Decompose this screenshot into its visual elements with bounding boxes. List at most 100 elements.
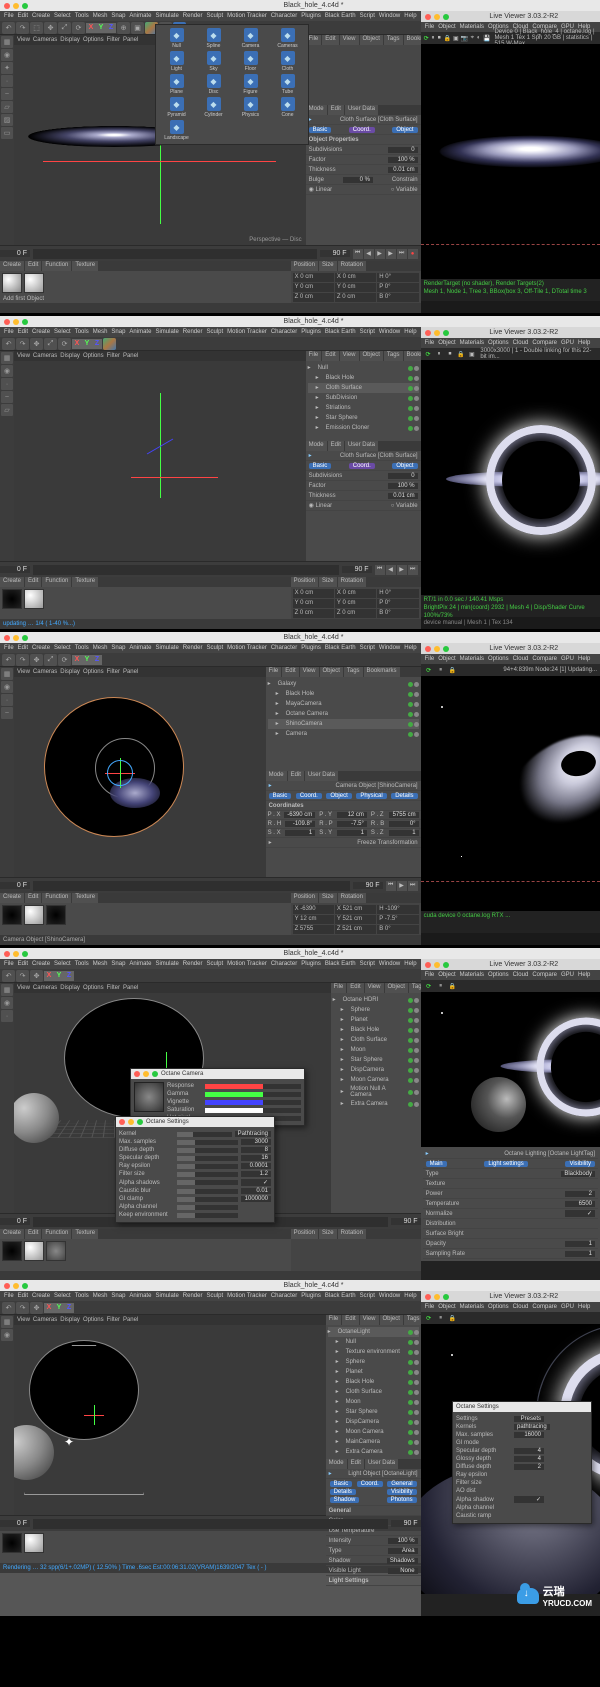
palette-item[interactable]: ◆Cylinder [196, 97, 231, 118]
menu-item[interactable]: Edit [322, 35, 338, 45]
menu-item[interactable]: Tags [384, 35, 403, 45]
settings-row[interactable]: Filter size1.2 [119, 1170, 271, 1178]
menu-item[interactable]: Create [32, 329, 50, 335]
tree-item[interactable]: ▸Extra Camera [328, 1447, 419, 1457]
menu-item[interactable]: Create [0, 577, 24, 587]
menu-item[interactable]: Help [404, 961, 416, 967]
texture-mode-icon[interactable]: ▨ [1, 114, 13, 126]
menu-item[interactable]: Simulate [155, 329, 178, 335]
menu-item[interactable]: File [425, 1304, 435, 1310]
render-view[interactable] [421, 676, 600, 911]
menu-item[interactable]: Options [83, 669, 104, 675]
menu-item[interactable]: Edit [18, 13, 28, 19]
menu-item[interactable]: Render [183, 13, 203, 19]
tree-item[interactable]: ▸Null [308, 363, 419, 373]
menu-item[interactable]: Help [578, 1304, 590, 1310]
rotate-icon[interactable]: ⟳ [58, 338, 71, 350]
select-icon[interactable]: ⬚ [30, 22, 43, 34]
menu-item[interactable]: Mode [326, 1459, 347, 1469]
attr-field-bulge[interactable]: Bulge0 % Constrain [306, 175, 421, 185]
tree-item[interactable]: ▸Moon Camera [333, 1075, 419, 1085]
menu-item[interactable]: Tags [384, 351, 403, 361]
menu-item[interactable]: Script [360, 961, 375, 967]
menu-item[interactable]: User Data [345, 441, 378, 451]
menu-item[interactable]: Window [379, 329, 400, 335]
menu-item[interactable]: File [4, 329, 14, 335]
settings-row[interactable]: Alpha shadows✓ [119, 1178, 271, 1187]
attr-field[interactable]: Subdivisions0 [306, 145, 421, 155]
menu-item[interactable]: Object [360, 35, 383, 45]
axis-toggle[interactable]: X Y Z [86, 23, 116, 33]
menu-item[interactable]: Texture [72, 261, 98, 271]
redo-icon[interactable]: ↷ [16, 338, 29, 350]
menu-item[interactable]: Options [488, 340, 509, 346]
redo-icon[interactable]: ↷ [16, 22, 29, 34]
menu-item[interactable]: Render [183, 329, 203, 335]
menu-item[interactable]: Select [54, 961, 71, 967]
tree-item[interactable]: ▸Moon [328, 1397, 419, 1407]
menu-item[interactable]: Rotation [338, 261, 366, 271]
menu-item[interactable]: Mesh [93, 13, 108, 19]
tree-item[interactable]: ▸Star Sphere [328, 1407, 419, 1417]
move-icon[interactable]: ✥ [44, 22, 57, 34]
attr-field[interactable]: Factor100 % [306, 481, 421, 491]
menu-item[interactable]: Display [60, 37, 80, 43]
tree-item[interactable]: ▸ShinoCamera [268, 719, 419, 729]
menu-item[interactable]: Snap [111, 329, 125, 335]
palette-item[interactable]: ◆Null [159, 28, 194, 49]
menu-item[interactable]: Filter [107, 37, 120, 43]
menu-item[interactable]: Window [379, 1293, 400, 1299]
menu-item[interactable]: File [425, 656, 435, 662]
left-toolbar[interactable]: ▦◉ ·⎯ ▱ [0, 351, 14, 561]
menu-item[interactable]: Animate [129, 13, 151, 19]
menu-item[interactable]: Compare [532, 656, 557, 662]
pause-icon[interactable]: ⏸ [431, 33, 435, 43]
right-panel[interactable]: FileEditViewObjectTagsBookmarks ▸Octane … [331, 983, 421, 1213]
close-icon[interactable] [425, 14, 431, 20]
star-sphere[interactable] [44, 697, 184, 837]
menu-item[interactable]: Help [578, 656, 590, 662]
c4d-toolbar[interactable]: ↶ ↷ ✥ ⤢ ⟳ XYZ [0, 337, 421, 351]
menu-item[interactable]: View [17, 669, 30, 675]
minimize-icon[interactable] [13, 319, 19, 325]
menu-item[interactable]: Motion Tracker [227, 961, 267, 967]
scale-icon[interactable]: ⤢ [44, 338, 57, 350]
object-manager[interactable]: FileEditViewObjectTagsBookmarks ▸Null▸Bl… [306, 351, 421, 561]
palette-item[interactable]: ◆Tube [270, 74, 305, 95]
menu-item[interactable]: Cloud [513, 1304, 529, 1310]
menu-item[interactable]: Filter [107, 669, 120, 675]
tree-item[interactable]: ▸Striations [308, 403, 419, 413]
menu-item[interactable]: Object [320, 667, 343, 677]
settings-row[interactable]: KernelPathtracing [119, 1130, 271, 1138]
tree-item[interactable]: ▸DispCamera [333, 1065, 419, 1075]
coord-manager[interactable]: PositionSizeRotation X 0 cmX 0 cmH 0° Y … [291, 577, 421, 619]
palette-item[interactable]: ◆Figure [233, 74, 268, 95]
object-manager[interactable] [306, 45, 421, 105]
menu-item[interactable]: Create [0, 261, 24, 271]
point-mode-icon[interactable]: · [1, 75, 13, 87]
menu-item[interactable]: File [4, 1293, 14, 1299]
menu-item[interactable]: Size [319, 577, 337, 587]
menu-item[interactable]: Script [360, 645, 375, 651]
palette-item[interactable]: ◆Floor [233, 51, 268, 72]
settings-row[interactable]: GI clamp1000000 [119, 1195, 271, 1203]
menu-item[interactable]: View [360, 1315, 379, 1325]
menu-item[interactable]: Window [379, 961, 400, 967]
menu-item[interactable]: Compare [532, 1304, 557, 1310]
menu-item[interactable]: Rotation [338, 1229, 366, 1239]
palette-item[interactable]: ◆Spline [196, 28, 231, 49]
workplane-icon[interactable]: ▭ [1, 127, 13, 139]
menu-item[interactable]: View [17, 37, 30, 43]
menu-item[interactable]: Black Earth [325, 1293, 356, 1299]
menu-item[interactable]: Options [83, 37, 104, 43]
menu-item[interactable]: Help [404, 1293, 416, 1299]
menu-item[interactable]: Select [54, 329, 71, 335]
menu-item[interactable]: Create [32, 645, 50, 651]
menu-item[interactable]: Display [60, 353, 80, 359]
menu-item[interactable]: Edit [18, 645, 28, 651]
region-icon[interactable]: ▣ [453, 33, 459, 43]
menu-item[interactable]: Options [488, 656, 509, 662]
menu-item[interactable]: Position [291, 893, 318, 903]
lv-toolbar[interactable]: ⟳ ⏸ ⏹ 🔒 ▣ 📷 ⌖ ◐ 💾 Device 0 | Black_hole_… [421, 32, 600, 44]
menu-item[interactable]: Panel [123, 985, 138, 991]
